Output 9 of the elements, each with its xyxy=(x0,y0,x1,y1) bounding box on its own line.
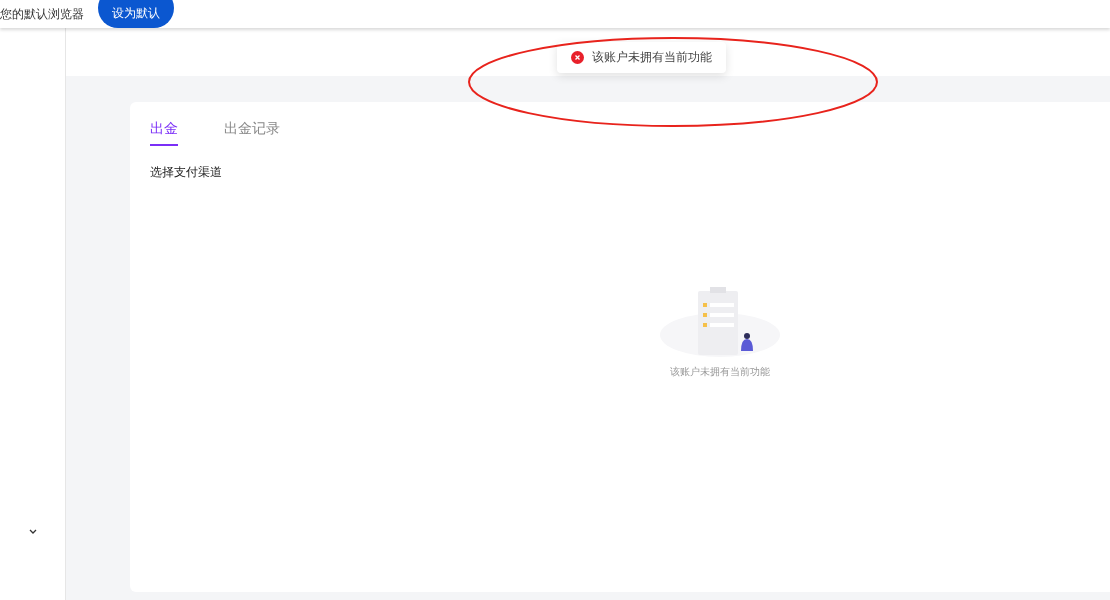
tab[interactable]: 出金 xyxy=(150,120,178,146)
error-icon xyxy=(571,51,584,64)
tab[interactable]: 出金记录 xyxy=(224,120,280,146)
toast-text: 该账户未拥有当前功能 xyxy=(592,49,712,66)
banner-message: 您的默认浏览器 xyxy=(0,5,84,23)
section-title: 选择支付渠道 xyxy=(150,164,223,181)
set-default-button[interactable]: 设为默认 xyxy=(98,0,174,28)
empty-state-message: 该账户未拥有当前功能 xyxy=(670,365,770,379)
chevron-down-icon[interactable] xyxy=(28,529,37,534)
